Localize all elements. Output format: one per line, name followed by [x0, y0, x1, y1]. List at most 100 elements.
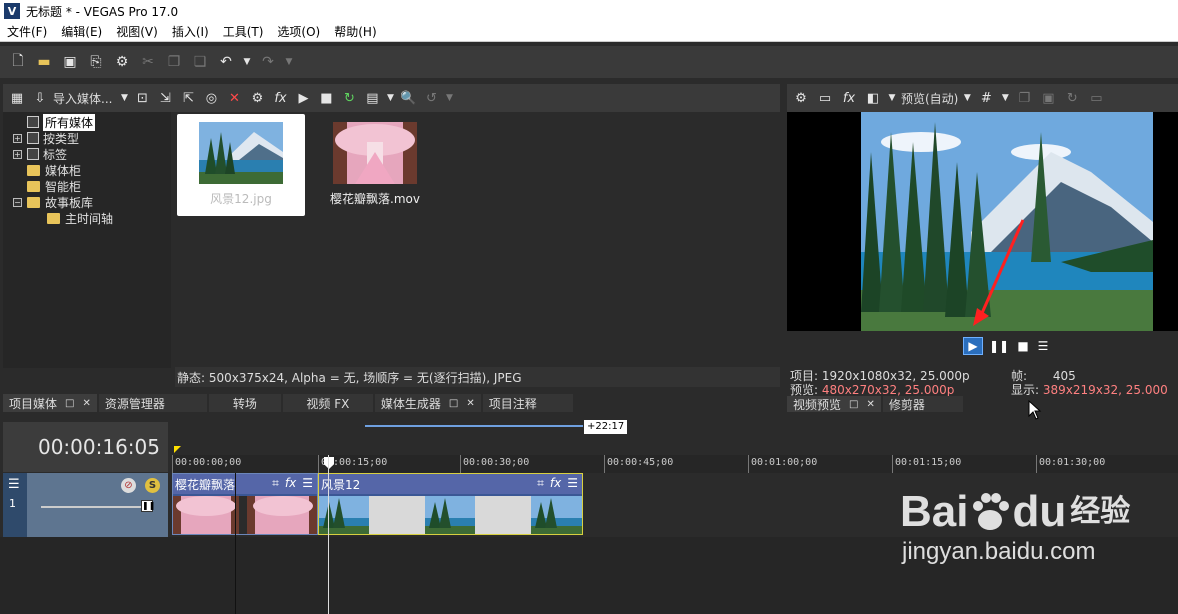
render-icon[interactable]: ⎘ — [86, 52, 106, 72]
fullscreen-icon[interactable]: ▭ — [1086, 88, 1106, 108]
undo-icon[interactable]: ↶ — [216, 52, 236, 72]
menu-options[interactable]: 选项(O) — [270, 23, 327, 40]
settings-gear-icon[interactable]: ⚙ — [112, 52, 132, 72]
remove-unused-icon[interactable]: ◎ — [201, 88, 221, 108]
quality-dropdown-icon[interactable]: ▼ — [962, 88, 972, 108]
overlays-dropdown-icon[interactable]: ▼ — [1000, 88, 1010, 108]
play-media-icon[interactable]: ▶ — [293, 88, 313, 108]
event-menu-icon[interactable]: ☰ — [302, 476, 313, 491]
tree-item-media-bin[interactable]: 媒体柜 — [13, 162, 81, 178]
play-button[interactable]: ▶ — [963, 337, 983, 355]
remove-media-icon[interactable]: ✕ — [224, 88, 244, 108]
cut-icon[interactable]: ✂ — [138, 52, 158, 72]
capture-icon[interactable]: ⊡ — [132, 88, 152, 108]
opacity-slider-track[interactable] — [41, 506, 141, 508]
tree-item-smart-bin[interactable]: 智能柜 — [13, 178, 81, 194]
close-icon[interactable]: ✕ — [866, 399, 874, 410]
get-media-icon[interactable]: ⇲ — [155, 88, 175, 108]
collapse-icon[interactable]: − — [13, 197, 22, 207]
event-fx-icon[interactable]: fx — [285, 476, 296, 491]
menu-view[interactable]: 视图(V) — [109, 23, 165, 40]
media-item-landscape[interactable]: 风景12.jpg — [177, 114, 305, 216]
playhead-line[interactable] — [328, 455, 329, 614]
auto-preview-icon[interactable]: ↻ — [339, 88, 359, 108]
expand-icon[interactable]: + — [13, 149, 22, 159]
views-dropdown-icon[interactable]: ▼ — [385, 88, 395, 108]
menu-edit[interactable]: 编辑(E) — [54, 23, 109, 40]
stop-button[interactable]: ■ — [1013, 337, 1033, 355]
tab-video-preview[interactable]: 视频预览 □ ✕ — [787, 396, 881, 412]
close-icon[interactable]: ✕ — [82, 398, 90, 409]
undock-icon[interactable]: □ — [65, 398, 74, 409]
preview-quality-select[interactable]: 预览(自动) — [901, 90, 958, 107]
split-dropdown-icon[interactable]: ▼ — [887, 88, 897, 108]
refresh-dropdown-icon[interactable]: ▼ — [444, 88, 454, 108]
views-icon[interactable]: ▤ — [362, 88, 382, 108]
preview-screen[interactable] — [787, 112, 1178, 331]
undo-dropdown-icon[interactable]: ▼ — [242, 52, 252, 72]
open-folder-icon[interactable]: ▬ — [34, 52, 54, 72]
import-dropdown-icon[interactable]: ▼ — [119, 88, 129, 108]
tab-project-media[interactable]: 项目媒体 □ ✕ — [3, 394, 97, 412]
media-fx-icon[interactable]: fx — [270, 88, 290, 108]
opacity-slider-thumb[interactable]: ❚❚ — [141, 500, 155, 512]
timeline-ruler[interactable]: 00:00:00;00 00:00:15;00 00:00:30;00 00:0… — [172, 455, 1178, 473]
save-snapshot-icon[interactable]: ▣ — [1038, 88, 1058, 108]
redo-dropdown-icon[interactable]: ▼ — [284, 52, 294, 72]
tab-transitions[interactable]: 转场 — [208, 394, 281, 412]
tab-project-notes[interactable]: 项目注释 — [482, 394, 573, 412]
menu-file[interactable]: 文件(F) — [0, 23, 54, 40]
sync-icon[interactable]: ↻ — [1062, 88, 1082, 108]
event-menu-icon[interactable]: ☰ — [567, 476, 578, 491]
undock-icon[interactable]: □ — [849, 399, 858, 410]
mute-icon[interactable]: ⊘ — [121, 478, 136, 493]
overlays-grid-icon[interactable]: # — [976, 88, 996, 108]
import-media-button[interactable]: 导入媒体... — [53, 90, 112, 107]
menu-tools[interactable]: 工具(T) — [216, 23, 271, 40]
copy-snapshot-icon[interactable]: ❐ — [1014, 88, 1034, 108]
tab-media-generators[interactable]: 媒体生成器 □ ✕ — [374, 394, 481, 412]
preview-fx-icon[interactable]: fx — [839, 88, 859, 108]
undock-icon[interactable]: □ — [449, 398, 458, 409]
tree-item-storyboard[interactable]: − 故事板库 — [13, 194, 93, 210]
import-media-icon[interactable]: ⇩ — [30, 88, 50, 108]
media-view-icon[interactable]: ▦ — [7, 88, 27, 108]
redo-icon[interactable]: ↷ — [258, 52, 278, 72]
search-icon[interactable]: 🔍 — [398, 88, 418, 108]
marker-start-icon[interactable] — [174, 446, 181, 453]
stop-media-icon[interactable]: ■ — [316, 88, 336, 108]
track-menu-icon[interactable]: ☰ — [8, 477, 20, 492]
expand-icon[interactable]: + — [13, 133, 22, 143]
pause-button[interactable]: ❚❚ — [989, 337, 1009, 355]
video-track-header[interactable]: ☰ 1 ⊘ S ❚❚ — [3, 473, 168, 537]
properties-gear-icon[interactable]: ⚙ — [247, 88, 267, 108]
tree-item-all-media[interactable]: 所有媒体 — [13, 113, 96, 131]
crop-icon[interactable]: ⌗ — [537, 476, 544, 491]
tree-item-main-timeline[interactable]: 主时间轴 — [47, 210, 113, 226]
menu-insert[interactable]: 插入(I) — [165, 23, 216, 40]
fx-media-icon[interactable]: ⇱ — [178, 88, 198, 108]
preview-settings-gear-icon[interactable]: ⚙ — [791, 88, 811, 108]
refresh-icon[interactable]: ↺ — [421, 88, 441, 108]
solo-icon[interactable]: S — [145, 478, 160, 493]
paste-icon[interactable]: ❏ — [190, 52, 210, 72]
event-landscape[interactable]: 风景12 ⌗ fx ☰ — [318, 473, 583, 535]
media-item-cherry-blossom[interactable]: 樱花瓣飘落.mov — [311, 114, 439, 216]
tree-item-by-type[interactable]: + 按类型 — [13, 130, 79, 146]
tab-explorer[interactable]: 资源管理器 — [98, 394, 207, 412]
menu-help[interactable]: 帮助(H) — [327, 23, 383, 40]
split-screen-icon[interactable]: ◧ — [863, 88, 883, 108]
tab-trimmer[interactable]: 修剪器 — [882, 396, 963, 412]
close-icon[interactable]: ✕ — [466, 398, 474, 409]
tree-item-tags[interactable]: + 标签 — [13, 146, 67, 162]
copy-icon[interactable]: ❐ — [164, 52, 184, 72]
external-monitor-icon[interactable]: ▭ — [815, 88, 835, 108]
new-file-icon[interactable]: 🗋 — [8, 52, 28, 72]
event-fx-icon[interactable]: fx — [550, 476, 561, 491]
preview-menu-icon[interactable]: ☰ — [1033, 337, 1053, 355]
save-icon[interactable]: ▣ — [60, 52, 80, 72]
event-cherry-blossom[interactable]: 樱花瓣飘落 ⌗ fx ☰ — [172, 473, 318, 535]
tab-video-fx[interactable]: 视频 FX — [282, 394, 373, 412]
crop-icon[interactable]: ⌗ — [272, 476, 279, 491]
loop-region-bar[interactable] — [365, 425, 583, 427]
